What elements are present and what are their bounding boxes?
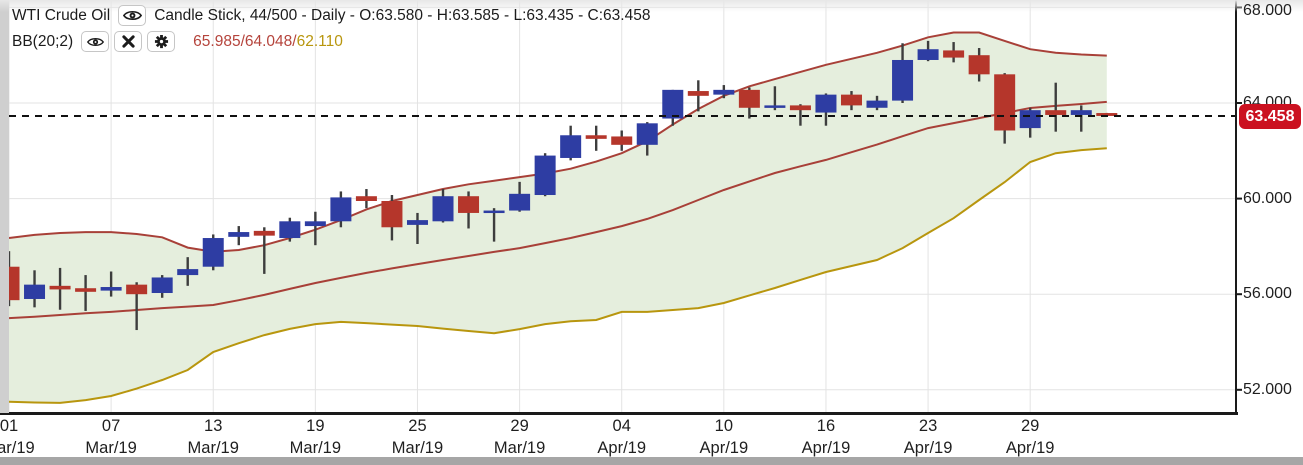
y-axis-line xyxy=(1235,0,1237,415)
candle-body xyxy=(484,211,505,214)
time-axis-day-label: 23 xyxy=(919,417,937,436)
candle-body xyxy=(24,285,45,299)
candle-body xyxy=(381,201,402,227)
candle-body xyxy=(407,220,428,225)
time-axis-day-label: 19 xyxy=(306,417,324,436)
time-axis-month-label: Mar/19 xyxy=(0,439,35,458)
price-axis-label: 60.000 xyxy=(1243,190,1292,208)
gear-icon xyxy=(154,34,169,49)
time-axis-month-label: Mar/19 xyxy=(290,439,341,458)
candle-body xyxy=(586,135,607,139)
candle-body xyxy=(611,136,632,144)
candle-body xyxy=(101,287,122,291)
candle-body xyxy=(75,288,96,292)
candle-body xyxy=(892,60,913,101)
time-axis-day-label: 13 xyxy=(204,417,222,436)
price-chart-canvas[interactable] xyxy=(0,0,1303,465)
time-axis-day-label: 01 xyxy=(0,417,18,436)
candle-body xyxy=(764,105,785,108)
series-info-label: Candle Stick, 44/500 - Daily - O:63.580 … xyxy=(154,7,650,25)
candle-body xyxy=(739,90,760,108)
time-axis-day-label: 07 xyxy=(102,417,120,436)
time-axis-month-label: Apr/19 xyxy=(700,439,749,458)
candle-body xyxy=(867,101,888,108)
candle-body xyxy=(713,90,734,95)
left-edge-strip xyxy=(0,0,9,413)
candle-body xyxy=(943,50,964,57)
horizontal-scrollbar[interactable] xyxy=(0,457,1303,465)
candle-body xyxy=(841,95,862,106)
candle-body xyxy=(254,231,275,236)
time-axis-day-label: 04 xyxy=(613,417,631,436)
last-price-badge: 63.458 xyxy=(1239,104,1301,129)
candle-body xyxy=(433,196,454,221)
bb-lower-value: 62.110 xyxy=(297,33,343,50)
time-axis-month-label: Mar/19 xyxy=(188,439,239,458)
price-axis-label: 52.000 xyxy=(1243,381,1292,399)
price-axis-label: 56.000 xyxy=(1243,285,1292,303)
candle-body xyxy=(509,194,530,211)
candle-body xyxy=(688,91,709,96)
time-axis-month-label: Mar/19 xyxy=(494,439,545,458)
series-header-row: WTI Crude Oil Candle Stick, 44/500 - Dai… xyxy=(12,5,650,26)
time-axis-month-label: Apr/19 xyxy=(1006,439,1055,458)
candle-body xyxy=(994,74,1015,130)
time-axis-day-label: 25 xyxy=(408,417,426,436)
candle-body xyxy=(535,156,556,195)
candle-body xyxy=(918,49,939,60)
time-axis-month-label: Mar/19 xyxy=(85,439,136,458)
candle-body xyxy=(203,238,224,267)
time-axis-month-label: Apr/19 xyxy=(904,439,953,458)
time-axis-month-label: Apr/19 xyxy=(802,439,851,458)
symbol-title: WTI Crude Oil xyxy=(12,7,110,25)
candle-body xyxy=(1071,110,1092,115)
candle-body xyxy=(356,196,377,201)
series-visibility-button[interactable] xyxy=(118,5,146,26)
candle-body xyxy=(662,90,683,119)
time-axis-day-label: 29 xyxy=(1021,417,1039,436)
candle-body xyxy=(560,135,581,158)
candle-body xyxy=(790,105,811,110)
chart-panel: WTI Crude Oil Candle Stick, 44/500 - Dai… xyxy=(0,0,1303,465)
indicator-name: BB(20;2) xyxy=(12,33,73,51)
candle-body xyxy=(228,232,249,237)
price-axis-label: 68.000 xyxy=(1243,2,1292,20)
candle-body xyxy=(177,269,198,275)
indicator-settings-button[interactable] xyxy=(147,31,175,52)
time-axis-day-label: 16 xyxy=(817,417,835,436)
time-axis-day-label: 29 xyxy=(510,417,528,436)
candle-body xyxy=(637,123,658,145)
eye-icon xyxy=(123,9,142,22)
candle-body xyxy=(969,55,990,74)
eye-icon xyxy=(87,36,104,48)
indicator-values: 65.985/64.048/62.110 xyxy=(193,33,343,51)
candle-body xyxy=(126,285,147,295)
candle-body xyxy=(1045,110,1066,115)
candle-body xyxy=(50,286,71,290)
bb-upper-middle-values: 65.985/64.048/ xyxy=(193,33,296,50)
indicator-remove-button[interactable] xyxy=(114,31,142,52)
time-axis-month-label: Mar/19 xyxy=(392,439,443,458)
time-axis-day-label: 10 xyxy=(715,417,733,436)
close-icon xyxy=(122,35,135,48)
candle-body xyxy=(330,197,351,221)
candle-body xyxy=(815,95,836,113)
bb-fill xyxy=(9,33,1107,403)
time-axis-month-label: Apr/19 xyxy=(597,439,646,458)
candle-body xyxy=(279,221,300,238)
candle-body xyxy=(458,196,479,213)
x-axis-line xyxy=(0,412,1238,415)
candle-body xyxy=(152,277,173,293)
indicator-visibility-button[interactable] xyxy=(81,31,109,52)
candle-body xyxy=(305,221,326,226)
indicator-header-row: BB(20;2) xyxy=(12,31,343,52)
candle-body xyxy=(1020,110,1041,128)
